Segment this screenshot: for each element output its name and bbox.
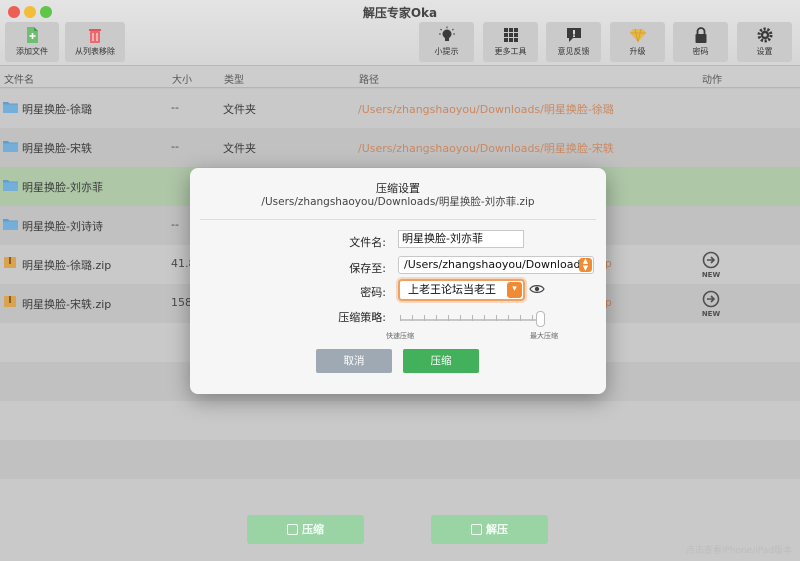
slider-knob[interactable] [536, 311, 545, 327]
decompress-bottom-button[interactable]: 解压 [431, 515, 548, 544]
remove-from-list-button[interactable]: 从列表移除 [65, 22, 125, 62]
slider-max-label: 最大压缩 [530, 332, 558, 340]
more-tools-label: 更多工具 [494, 47, 527, 56]
chevron-down-icon[interactable]: ▾ [507, 282, 522, 298]
password-value: 上老王论坛当老王 [408, 283, 496, 296]
add-file-icon [27, 27, 38, 43]
lightbulb-icon [438, 26, 455, 41]
add-file-button[interactable]: 添加文件 [5, 22, 59, 62]
settings-label: 设置 [756, 47, 773, 56]
dialog-output-path: /Users/zhangshaoyou/Downloads/明星换脸-刘亦菲.z… [261, 196, 535, 208]
more-tools-button[interactable]: 更多工具 [483, 22, 538, 62]
dialog-divider [200, 219, 596, 220]
cancel-button[interactable]: 取消 [316, 349, 392, 373]
compress-confirm-button[interactable]: 压缩 [403, 349, 479, 373]
feedback-icon [566, 28, 581, 42]
save-to-select[interactable]: /Users/zhangshaoyou/Downloads ▲ ▼ [398, 256, 594, 274]
slider-tick [400, 315, 401, 321]
slider-tick [460, 315, 461, 321]
gear-icon [757, 27, 772, 43]
slider-tick [532, 315, 533, 321]
tips-label: 小提示 [434, 47, 459, 56]
diamond-icon [629, 28, 646, 43]
slider-tick [496, 315, 497, 321]
compress-bottom-label: 压缩 [302, 523, 324, 536]
grid-icon [503, 28, 518, 42]
trash-icon [89, 29, 101, 43]
slider-tick [412, 315, 413, 321]
settings-button[interactable]: 设置 [737, 22, 792, 62]
window-title: 解压专家Oka [362, 6, 438, 20]
password-label: 密码 [692, 47, 709, 56]
decompress-icon [471, 524, 482, 535]
strategy-label: 压缩策略: [338, 311, 386, 324]
tips-button[interactable]: 小提示 [419, 22, 474, 62]
stepper-icon: ▲ ▼ [579, 258, 592, 272]
slider-tick [472, 315, 473, 321]
decompress-bottom-label: 解压 [486, 523, 508, 536]
filename-input[interactable]: 明星换脸-刘亦菲 [398, 230, 524, 248]
slider-min-label: 快速压缩 [386, 332, 414, 340]
save-to-value: /Users/zhangshaoyou/Downloads [404, 258, 587, 271]
feedback-label: 意见反馈 [557, 47, 590, 56]
upgrade-button[interactable]: 升级 [610, 22, 665, 62]
compression-settings-dialog: 压缩设置 /Users/zhangshaoyou/Downloads/明星换脸-… [190, 168, 606, 394]
slider-tick [508, 315, 509, 321]
eye-icon[interactable] [529, 283, 545, 295]
feedback-button[interactable]: 意见反馈 [546, 22, 601, 62]
compress-bottom-button[interactable]: 压缩 [247, 515, 364, 544]
password-button[interactable]: 密码 [673, 22, 728, 62]
title-bar: 解压专家Oka 添加文件 从列表移除 小提示 更多工具 意见反馈 升级 密码 设… [0, 0, 800, 66]
slider-tick [484, 315, 485, 321]
filename-label: 文件名: [349, 236, 386, 249]
remove-from-list-label: 从列表移除 [75, 47, 115, 56]
slider-tick [424, 315, 425, 321]
slider-tick [448, 315, 449, 321]
lock-icon [695, 27, 706, 43]
add-file-label: 添加文件 [16, 47, 48, 56]
slider-tick [436, 315, 437, 321]
password-field-label: 密码: [360, 286, 386, 299]
upgrade-label: 升级 [629, 47, 646, 56]
slider-tick [520, 315, 521, 321]
iphone-version-link[interactable]: 点击查看iPhone/iPad版本 [686, 543, 792, 556]
compress-icon [287, 524, 298, 535]
password-input[interactable]: 上老王论坛当老王 ▾ [398, 279, 525, 301]
save-to-label: 保存至: [349, 262, 386, 275]
